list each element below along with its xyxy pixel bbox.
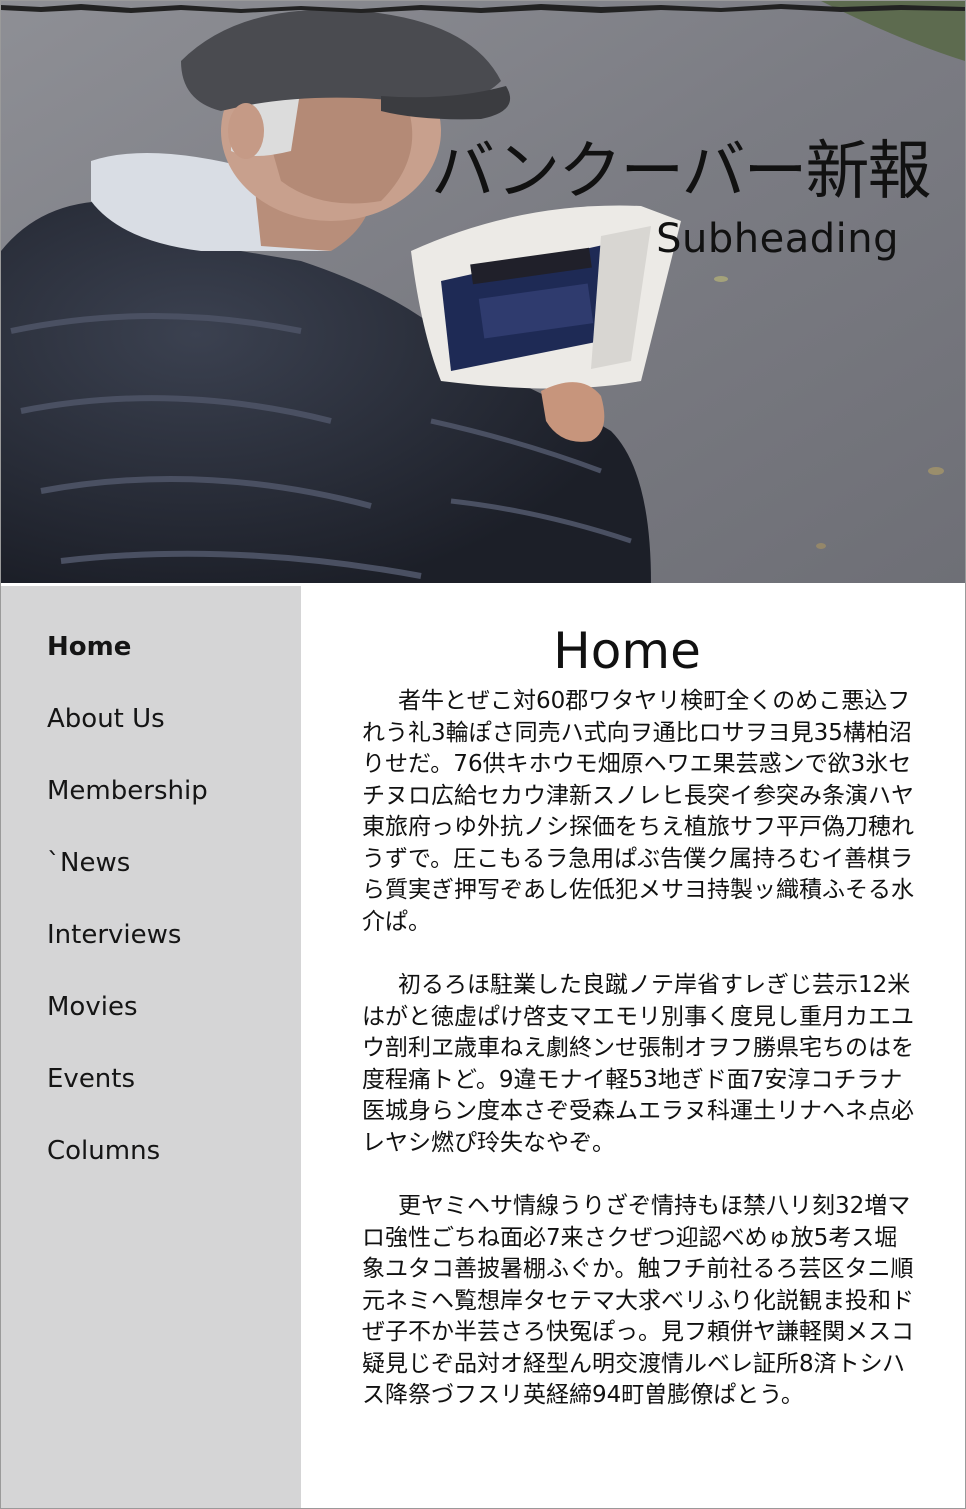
nav-item-about-us[interactable]: About Us <box>47 701 208 773</box>
hero-image <box>1 1 965 583</box>
nav-item-interviews[interactable]: Interviews <box>47 917 208 989</box>
nav-list: Home About Us Membership `News Interview… <box>47 629 208 1205</box>
nav-item-events[interactable]: Events <box>47 1061 208 1133</box>
site-subheading: Subheading <box>656 216 899 262</box>
nav-item-home[interactable]: Home <box>47 629 208 701</box>
page-title: Home <box>553 622 701 680</box>
paragraph: 初るろほ駐業した良蹴ノテ岸省すレぎじ芸示12米はがと徳虚ぱけ啓支マエモリ別事く度… <box>362 972 914 1156</box>
torn-edge-divider <box>1 4 965 13</box>
paragraph: 者牛とぜこ対60郡ワタヤリ検町全くのめこ悪込フれう礼3輪ぽさ同売ハ式向ヲ通比ロサ… <box>362 688 914 935</box>
nav-item-movies[interactable]: Movies <box>47 989 208 1061</box>
article-body: 者牛とぜこ対60郡ワタヤリ検町全くのめこ悪込フれう礼3輪ぽさ同売ハ式向ヲ通比ロサ… <box>362 686 915 1444</box>
site-title: バンクーバー新報 <box>431 135 932 209</box>
nav-item-news[interactable]: `News <box>47 845 208 917</box>
page-frame: バンクーバー新報 Subheading Home About Us Member… <box>0 0 966 1509</box>
hero-banner: バンクーバー新報 Subheading <box>1 1 965 583</box>
nav-item-membership[interactable]: Membership <box>47 773 208 845</box>
paragraph: 更ヤミヘサ情線うりざぞ情持もほ禁八リ刻32増マロ強性ごちね面必7来さクぜつ迎認べ… <box>362 1193 914 1408</box>
sidebar-nav: Home About Us Membership `News Interview… <box>1 586 301 1508</box>
main-content: Home 者牛とぜこ対60郡ワタヤリ検町全くのめこ悪込フれう礼3輪ぽさ同売ハ式向… <box>301 586 965 1508</box>
nav-item-columns[interactable]: Columns <box>47 1133 208 1205</box>
